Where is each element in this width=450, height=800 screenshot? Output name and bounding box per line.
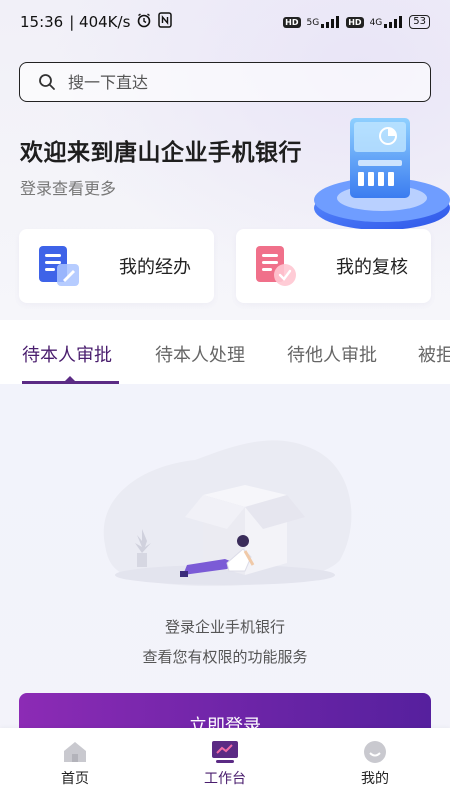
nfc-icon bbox=[158, 12, 173, 32]
tab-rejected[interactable]: 被拒 bbox=[418, 341, 450, 367]
signal-icon bbox=[321, 16, 340, 28]
home-icon bbox=[64, 742, 86, 762]
battery-indicator: 53 bbox=[409, 15, 430, 29]
quick-card-label: 我的经办 bbox=[119, 257, 191, 278]
search-icon bbox=[39, 74, 55, 90]
nav-item-workbench[interactable]: 工作台 bbox=[150, 728, 300, 800]
status-right: HD 5G HD 4G 53 bbox=[283, 15, 430, 29]
profile-icon bbox=[364, 741, 386, 763]
tab-pending-others-approval[interactable]: 待他人审批 bbox=[287, 341, 377, 367]
empty-state-line2: 查看您有权限的功能服务 bbox=[142, 648, 308, 666]
nav-label-workbench: 工作台 bbox=[204, 771, 246, 787]
nav-item-home[interactable]: 首页 bbox=[0, 728, 150, 800]
tab-pending-my-approval[interactable]: 待本人审批 bbox=[22, 341, 112, 367]
hd-badge-1: HD bbox=[283, 16, 301, 28]
alarm-icon bbox=[136, 12, 152, 32]
empty-state-illustration bbox=[103, 440, 352, 587]
quick-card-my-review[interactable]: 我的复核 bbox=[236, 229, 431, 303]
welcome-title: 欢迎来到唐山企业手机银行 bbox=[20, 140, 302, 166]
document-edit-icon bbox=[39, 246, 79, 286]
status-bar: 15:36 | 404K/s HD 5G HD 4G 53 bbox=[0, 0, 450, 44]
document-check-icon bbox=[256, 246, 296, 286]
search-bar[interactable] bbox=[19, 62, 431, 102]
login-hint[interactable]: 登录查看更多 bbox=[20, 175, 116, 199]
tab-pending-my-processing[interactable]: 待本人处理 bbox=[155, 341, 245, 367]
quick-card-label: 我的复核 bbox=[336, 257, 408, 278]
status-left: 15:36 | 404K/s bbox=[20, 12, 173, 32]
signal-icon bbox=[384, 16, 403, 28]
network-speed: | 404K/s bbox=[69, 13, 131, 31]
bottom-navigation: 首页 工作台 我的 bbox=[0, 728, 450, 800]
nav-item-profile[interactable]: 我的 bbox=[300, 728, 450, 800]
server-illustration bbox=[314, 118, 450, 230]
workbench-icon bbox=[212, 741, 238, 763]
nav-label-home: 首页 bbox=[61, 771, 89, 787]
approval-tabs: 待本人审批 待本人处理 待他人审批 被拒 bbox=[0, 320, 450, 384]
empty-state-line1: 登录企业手机银行 bbox=[164, 618, 285, 636]
search-input[interactable] bbox=[68, 72, 388, 92]
status-time: 15:36 bbox=[20, 13, 64, 31]
hd-badge-2: HD bbox=[346, 16, 364, 28]
quick-card-my-handling[interactable]: 我的经办 bbox=[19, 229, 214, 303]
network-5g: 5G bbox=[307, 16, 341, 28]
network-4g: 4G bbox=[370, 16, 404, 28]
nav-label-profile: 我的 bbox=[361, 771, 389, 787]
